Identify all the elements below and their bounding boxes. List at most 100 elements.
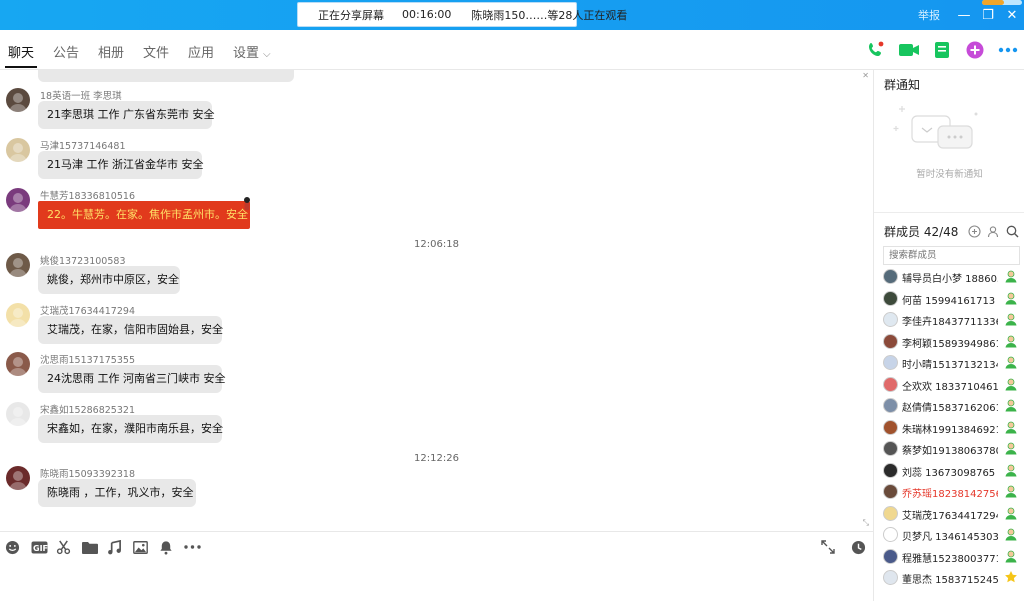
member-avatar bbox=[883, 462, 898, 478]
member-role-icon bbox=[1004, 463, 1018, 477]
avatar[interactable] bbox=[6, 402, 30, 426]
member-row[interactable]: 赵倩倩15837162061 bbox=[874, 395, 1024, 417]
member-row[interactable]: 贝梦凡 13461453032 bbox=[874, 524, 1024, 546]
avatar[interactable] bbox=[6, 188, 30, 212]
gif-icon[interactable]: GIF bbox=[31, 539, 57, 555]
tab-album[interactable]: 相册 bbox=[98, 42, 124, 61]
timestamp: 12:06:18 bbox=[414, 239, 459, 250]
minimize-button[interactable]: — bbox=[952, 0, 976, 30]
sender-name[interactable]: 沈思雨15137175355 bbox=[40, 352, 135, 366]
sender-name[interactable]: 马津15737146481 bbox=[40, 138, 126, 152]
close-button[interactable]: ✕ bbox=[1000, 0, 1024, 30]
member-role-icon bbox=[1004, 549, 1018, 563]
message-bubble[interactable]: 姚俊，郑州市中原区，安全 bbox=[38, 266, 180, 294]
input-area[interactable]: GIF bbox=[0, 531, 873, 601]
sender-name[interactable]: 18英语一班 李思琪 bbox=[40, 88, 122, 102]
member-row[interactable]: 仝欢欢 18337104615 bbox=[874, 374, 1024, 396]
sender-name[interactable]: 艾瑞茂17634417294 bbox=[40, 303, 135, 317]
message-bubble[interactable]: 22。牛慧芳。在家。焦作市孟州市。安全 bbox=[38, 201, 250, 229]
emoji-icon[interactable] bbox=[5, 539, 31, 555]
member-avatar bbox=[883, 570, 898, 585]
screen-share-banner[interactable]: 正在分享屏幕 00:16:00 陈晓雨150……等28人正在观看 bbox=[297, 2, 627, 27]
member-row[interactable]: 朱瑞林19913846921 bbox=[874, 417, 1024, 439]
member-row[interactable]: 李佳卉18437711336 bbox=[874, 309, 1024, 331]
music-icon[interactable] bbox=[107, 539, 133, 555]
active-tab-indicator bbox=[5, 66, 37, 68]
member-row[interactable]: 辅导员白小梦 18860354 bbox=[874, 266, 1024, 288]
resize-icon[interactable]: ⤡ bbox=[863, 518, 869, 528]
member-search-input[interactable] bbox=[883, 246, 1020, 265]
chat-history[interactable]: ✕ 18英语一班 李思琪 21李思琪 工作 广东省东莞市 安全马津15737146… bbox=[0, 70, 873, 531]
avatar[interactable] bbox=[6, 466, 30, 490]
message-bubble[interactable]: 陈晓雨 ，工作，巩义市，安全 bbox=[38, 479, 196, 507]
avatar[interactable] bbox=[6, 352, 30, 376]
message-bubble[interactable]: 宋鑫如，在家，濮阳市南乐县，安全 bbox=[38, 415, 223, 443]
message-bubble-partial bbox=[38, 70, 294, 82]
close-icon[interactable]: ✕ bbox=[862, 71, 869, 80]
add-member-icon[interactable] bbox=[984, 225, 1003, 238]
top-toolbar bbox=[859, 38, 1024, 62]
message-bubble[interactable]: 21马津 工作 浙江省金华市 安全 bbox=[38, 151, 204, 179]
member-name: 乔苏瑶18238142756 bbox=[902, 489, 998, 500]
search-icon[interactable] bbox=[1003, 225, 1022, 238]
member-avatar bbox=[883, 505, 898, 521]
member-row[interactable]: 何苗 15994161713 bbox=[874, 288, 1024, 310]
member-name: 赵倩倩15837162061 bbox=[902, 403, 998, 414]
member-role-icon bbox=[1004, 398, 1018, 412]
tab-settings[interactable]: 设置 ⌵ bbox=[233, 42, 271, 61]
sender-name[interactable]: 陈晓雨15093392318 bbox=[40, 466, 135, 480]
member-role-icon bbox=[1004, 484, 1018, 498]
member-role-icon bbox=[1004, 377, 1018, 391]
member-row[interactable]: 李柯颖15893949861 bbox=[874, 331, 1024, 353]
bell-icon[interactable] bbox=[159, 539, 185, 555]
scissors-icon[interactable] bbox=[56, 539, 82, 555]
sender-name[interactable]: 姚俊13723100583 bbox=[40, 253, 126, 267]
tab-settings-label: 设置 bbox=[233, 46, 260, 61]
member-row[interactable]: 蔡梦如19138063780 bbox=[874, 438, 1024, 460]
share-timer: 00:16:00 bbox=[402, 8, 452, 21]
message-bubble[interactable]: 艾瑞茂，在家，信阳市固始县，安全 bbox=[38, 316, 223, 344]
avatar[interactable] bbox=[6, 253, 30, 277]
member-avatar bbox=[883, 290, 898, 306]
member-row[interactable]: 时小晴15137132134 bbox=[874, 352, 1024, 374]
input-toolbar: GIF bbox=[5, 539, 210, 555]
member-list[interactable]: 辅导员白小梦 18860354 何苗 15994161713 李佳卉18437711… bbox=[874, 266, 1024, 601]
tab-apps[interactable]: 应用 bbox=[188, 42, 214, 61]
member-row[interactable]: 乔苏瑶18238142756 bbox=[874, 481, 1024, 503]
avatar[interactable] bbox=[6, 303, 30, 327]
message-bubble[interactable]: 21李思琪 工作 广东省东莞市 安全 bbox=[38, 101, 215, 129]
sender-name[interactable]: 牛慧芳18336810516 bbox=[40, 188, 135, 202]
history-icon[interactable] bbox=[843, 539, 873, 555]
add-app-icon[interactable] bbox=[958, 38, 991, 62]
avatar[interactable] bbox=[6, 88, 30, 112]
tab-chat[interactable]: 聊天 bbox=[8, 42, 34, 61]
more-icon[interactable] bbox=[991, 38, 1024, 62]
restore-button[interactable]: ❐ bbox=[976, 0, 1000, 30]
member-row[interactable]: 董思杰 15837152454 bbox=[874, 567, 1024, 589]
invite-icon[interactable] bbox=[965, 225, 984, 238]
member-name: 刘蕊 13673098765 bbox=[902, 467, 996, 479]
member-row[interactable]: 刘蕊 13673098765 bbox=[874, 460, 1024, 482]
share-status-text: 正在分享屏幕 bbox=[318, 8, 384, 22]
classroom-icon[interactable] bbox=[925, 38, 958, 62]
message-bubble[interactable]: 24沈思雨 工作 河南省三门峡市 安全 bbox=[38, 365, 226, 393]
expand-icon[interactable] bbox=[813, 539, 843, 555]
tab-announcement[interactable]: 公告 bbox=[53, 42, 79, 61]
tab-files[interactable]: 文件 bbox=[143, 42, 169, 61]
member-avatar bbox=[883, 484, 898, 499]
member-row[interactable]: 程雅慧15238003771 bbox=[874, 546, 1024, 568]
app-window: 正在分享屏幕 00:16:00 陈晓雨150……等28人正在观看 举报 — ❐ … bbox=[0, 0, 1024, 601]
image-icon[interactable] bbox=[133, 539, 159, 555]
avatar[interactable] bbox=[6, 138, 30, 162]
member-role-icon bbox=[1004, 506, 1018, 520]
report-button[interactable]: 举报 bbox=[918, 7, 940, 23]
member-name: 董思杰 15837152454 bbox=[902, 575, 998, 586]
member-row[interactable]: 艾瑞茂17634417294 bbox=[874, 503, 1024, 525]
more-icon[interactable] bbox=[184, 539, 210, 555]
chevron-down-icon: ⌵ bbox=[263, 49, 271, 60]
sender-name[interactable]: 宋鑫如15286825321 bbox=[40, 402, 135, 416]
voice-call-icon[interactable] bbox=[859, 38, 892, 62]
folder-icon[interactable] bbox=[81, 539, 108, 555]
video-call-icon[interactable] bbox=[892, 38, 925, 62]
title-bar: 正在分享屏幕 00:16:00 陈晓雨150……等28人正在观看 举报 — ❐ … bbox=[0, 0, 1024, 30]
